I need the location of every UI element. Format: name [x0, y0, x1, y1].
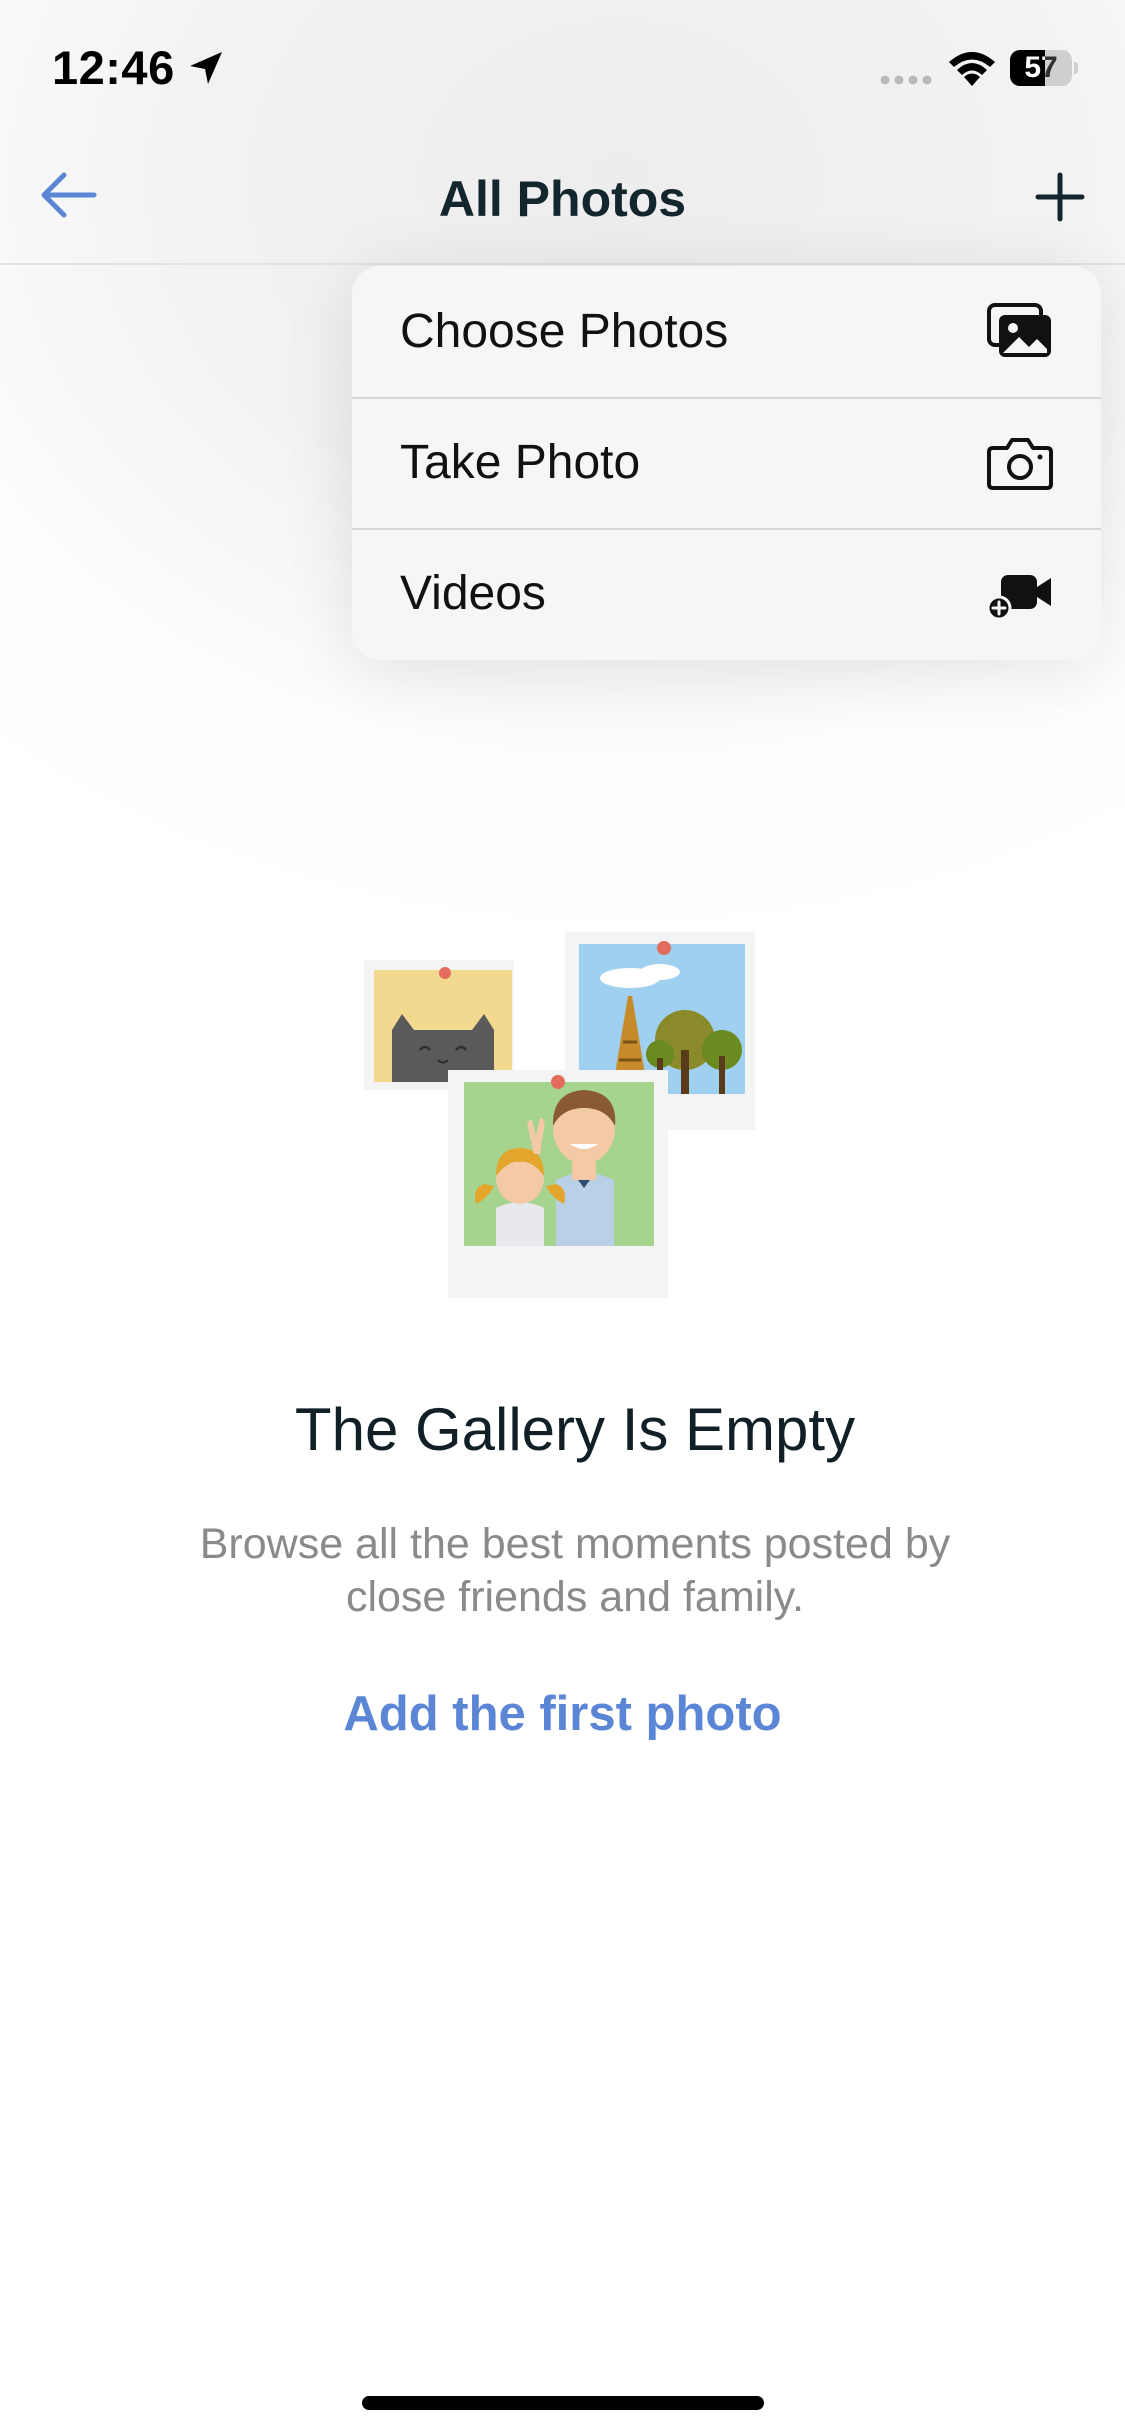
photos-illustration: [364, 932, 755, 1298]
plus-icon: [1035, 172, 1085, 222]
menu-item-take-photo[interactable]: Take Photo: [352, 397, 1101, 530]
menu-item-label: Choose Photos: [400, 305, 729, 358]
screen: 12:46 57 All Photos Choose Photos Take P…: [0, 0, 1125, 2436]
add-button[interactable]: [1018, 155, 1102, 239]
camera-icon: [987, 438, 1053, 490]
home-indicator[interactable]: [362, 2396, 764, 2410]
battery-indicator: 57: [1010, 50, 1078, 86]
add-first-photo-link[interactable]: Add the first photo: [0, 1686, 1125, 1742]
menu-item-label: Take Photo: [400, 436, 641, 489]
empty-state-description: Browse all the best moments posted by cl…: [199, 1520, 951, 1621]
arrow-left-icon: [41, 172, 97, 218]
battery-body: 57: [1010, 50, 1072, 86]
wifi-icon: [949, 52, 995, 86]
battery-cap: [1074, 62, 1078, 74]
battery-level-text: 57: [1024, 51, 1058, 84]
video-camera-add-icon: [987, 575, 1051, 621]
status-bar: 12:46 57: [0, 0, 1125, 135]
status-time: 12:46: [52, 41, 175, 94]
photo-gallery-icon: [987, 303, 1051, 357]
menu-item-label: Videos: [400, 567, 546, 620]
location-arrow-icon: [190, 52, 222, 84]
empty-state-title: The Gallery Is Empty: [294, 1396, 856, 1463]
navigation-bar: All Photos: [0, 135, 1125, 265]
cellular-signal-icon: [880, 75, 932, 85]
family-photo-illustration: [448, 1070, 668, 1298]
add-media-menu: Choose Photos Take Photo Videos: [352, 266, 1101, 660]
page-title: All Photos: [438, 171, 687, 227]
menu-item-videos[interactable]: Videos: [352, 528, 1101, 659]
back-button[interactable]: [28, 155, 108, 235]
menu-item-choose-photos[interactable]: Choose Photos: [352, 266, 1101, 399]
